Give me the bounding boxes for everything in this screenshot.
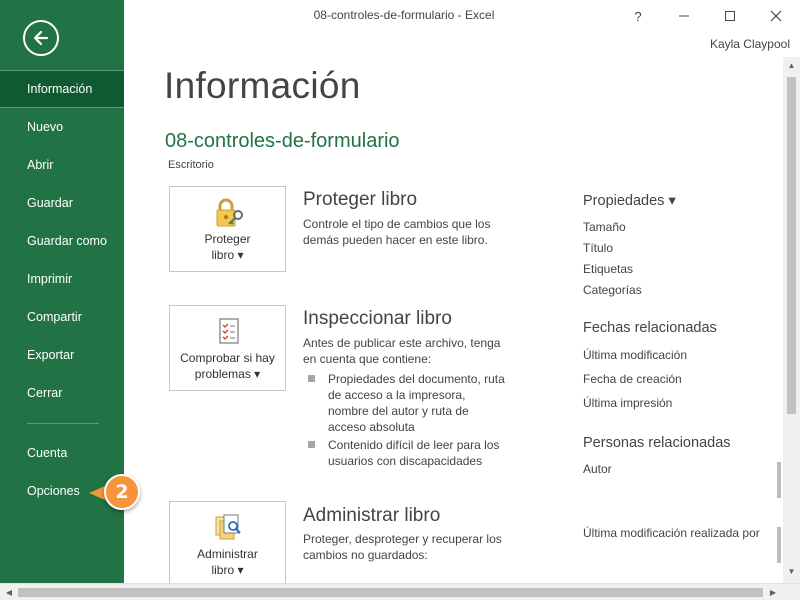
check-issues-button[interactable]: Comprobar si hay problemas ▾ (169, 305, 286, 391)
maximize-icon (725, 11, 735, 21)
file-location[interactable]: Escritorio (168, 159, 214, 171)
prop-categories-label: Categorías (583, 283, 642, 297)
nav-item-exportar[interactable]: Exportar (0, 336, 124, 374)
check-issues-label-2: problemas ▾ (194, 367, 261, 381)
people-title: Personas relacionadas (583, 435, 731, 451)
manage-label-1: Administrar (197, 547, 258, 561)
manage-workbook-button[interactable]: Administrar libro ▾ (169, 501, 286, 583)
title-bar: 08-controles-de-formulario - Excel ? (124, 0, 800, 32)
prop-title-label: Título (583, 241, 614, 255)
properties-dropdown[interactable]: Propiedades ▾ (583, 193, 676, 209)
scroll-up-arrow[interactable]: ▲ (783, 57, 800, 73)
check-issues-label-1: Comprobar si hay (180, 351, 275, 365)
horizontal-scroll-thumb[interactable] (18, 588, 763, 597)
protect-label-2: libro ▾ (211, 248, 244, 262)
vertical-scroll-thumb[interactable] (787, 77, 796, 414)
nav-item-abrir[interactable]: Abrir (0, 146, 124, 184)
nav-item-label: Opciones (27, 484, 80, 498)
vertical-scrollbar[interactable]: ▲ ▼ (783, 57, 800, 583)
minimize-button[interactable] (671, 5, 697, 27)
nav-item-label: Exportar (27, 348, 75, 362)
date-printed-label: Última impresión (583, 396, 673, 410)
nav-item-label: Nuevo (27, 120, 64, 134)
nav-item-imprimir[interactable]: Imprimir (0, 260, 124, 298)
nav-item-label: Cuenta (27, 446, 68, 460)
manage-description: Proteger, desproteger y recuperar los ca… (303, 532, 502, 562)
callout-pointer (89, 486, 105, 500)
nav-item-label: Abrir (27, 158, 54, 172)
info-panel: Información 08-controles-de-formulario E… (124, 32, 776, 583)
maximize-button[interactable] (717, 5, 743, 27)
nav-item-nuevo[interactable]: Nuevo (0, 108, 124, 146)
help-button[interactable]: ? (625, 5, 651, 27)
window-title: 08-controles-de-formulario - Excel (313, 8, 495, 22)
backstage-nav: Información Nuevo Abrir Guardar Guardar … (0, 70, 124, 412)
nav-item-label: Imprimir (27, 272, 73, 286)
manage-label-2: libro ▾ (211, 563, 244, 577)
lock-key-icon (211, 195, 245, 231)
date-modified-label: Última modificación (583, 348, 688, 362)
minimize-icon (679, 15, 689, 17)
protect-workbook-button[interactable]: Proteger libro ▾ (169, 186, 286, 272)
scroll-down-arrow[interactable]: ▼ (783, 563, 800, 579)
nav-item-label: Compartir (27, 310, 82, 324)
edge-mark (777, 527, 781, 563)
inspect-bullet: Contenido difícil de leer para los usuar… (308, 437, 508, 469)
close-icon (770, 10, 782, 22)
date-created-label: Fecha de creación (583, 372, 682, 386)
manage-document-icon (211, 510, 245, 546)
nav-item-cerrar[interactable]: Cerrar (0, 374, 124, 412)
protect-description: Controle el tipo de cambios que los demá… (303, 217, 491, 247)
prop-tags-label: Etiquetas (583, 262, 634, 276)
horizontal-scrollbar[interactable]: ◀ ▶ (0, 583, 800, 600)
nav-item-guardar-como[interactable]: Guardar como (0, 222, 124, 260)
page-title: Información (164, 65, 361, 106)
edge-mark (777, 462, 781, 498)
inspect-bullet: Propiedades del documento, ruta de acces… (308, 371, 508, 435)
dates-title: Fechas relacionadas (583, 320, 717, 336)
close-button[interactable] (763, 5, 789, 27)
inspect-description: Antes de publicar este archivo, tenga en… (303, 336, 501, 366)
checklist-icon (211, 314, 245, 350)
manage-title: Administrar libro (303, 505, 441, 526)
nav-item-label: Cerrar (27, 386, 63, 400)
nav-item-cuenta[interactable]: Cuenta (0, 434, 124, 472)
protect-title: Proteger libro (303, 189, 418, 210)
prop-size-label: Tamaño (583, 220, 626, 234)
scroll-right-arrow[interactable]: ▶ (765, 584, 781, 600)
nav-item-compartir[interactable]: Compartir (0, 298, 124, 336)
nav-divider (27, 423, 99, 424)
file-name: 08-controles-de-formulario (165, 130, 400, 152)
scroll-left-arrow[interactable]: ◀ (1, 584, 17, 600)
inspect-title: Inspeccionar libro (303, 308, 452, 329)
nav-item-guardar[interactable]: Guardar (0, 184, 124, 222)
back-arrow-icon (33, 30, 49, 46)
author-label: Autor (583, 462, 612, 476)
nav-item-label: Guardar (27, 196, 73, 210)
back-button[interactable] (23, 20, 59, 56)
last-modified-by-label: Última modificación realizada por (583, 526, 760, 540)
protect-label-1: Proteger (204, 232, 251, 246)
nav-item-label: Información (27, 82, 93, 96)
nav-item-informacion[interactable]: Información (0, 70, 124, 108)
nav-item-label: Guardar como (27, 234, 107, 248)
